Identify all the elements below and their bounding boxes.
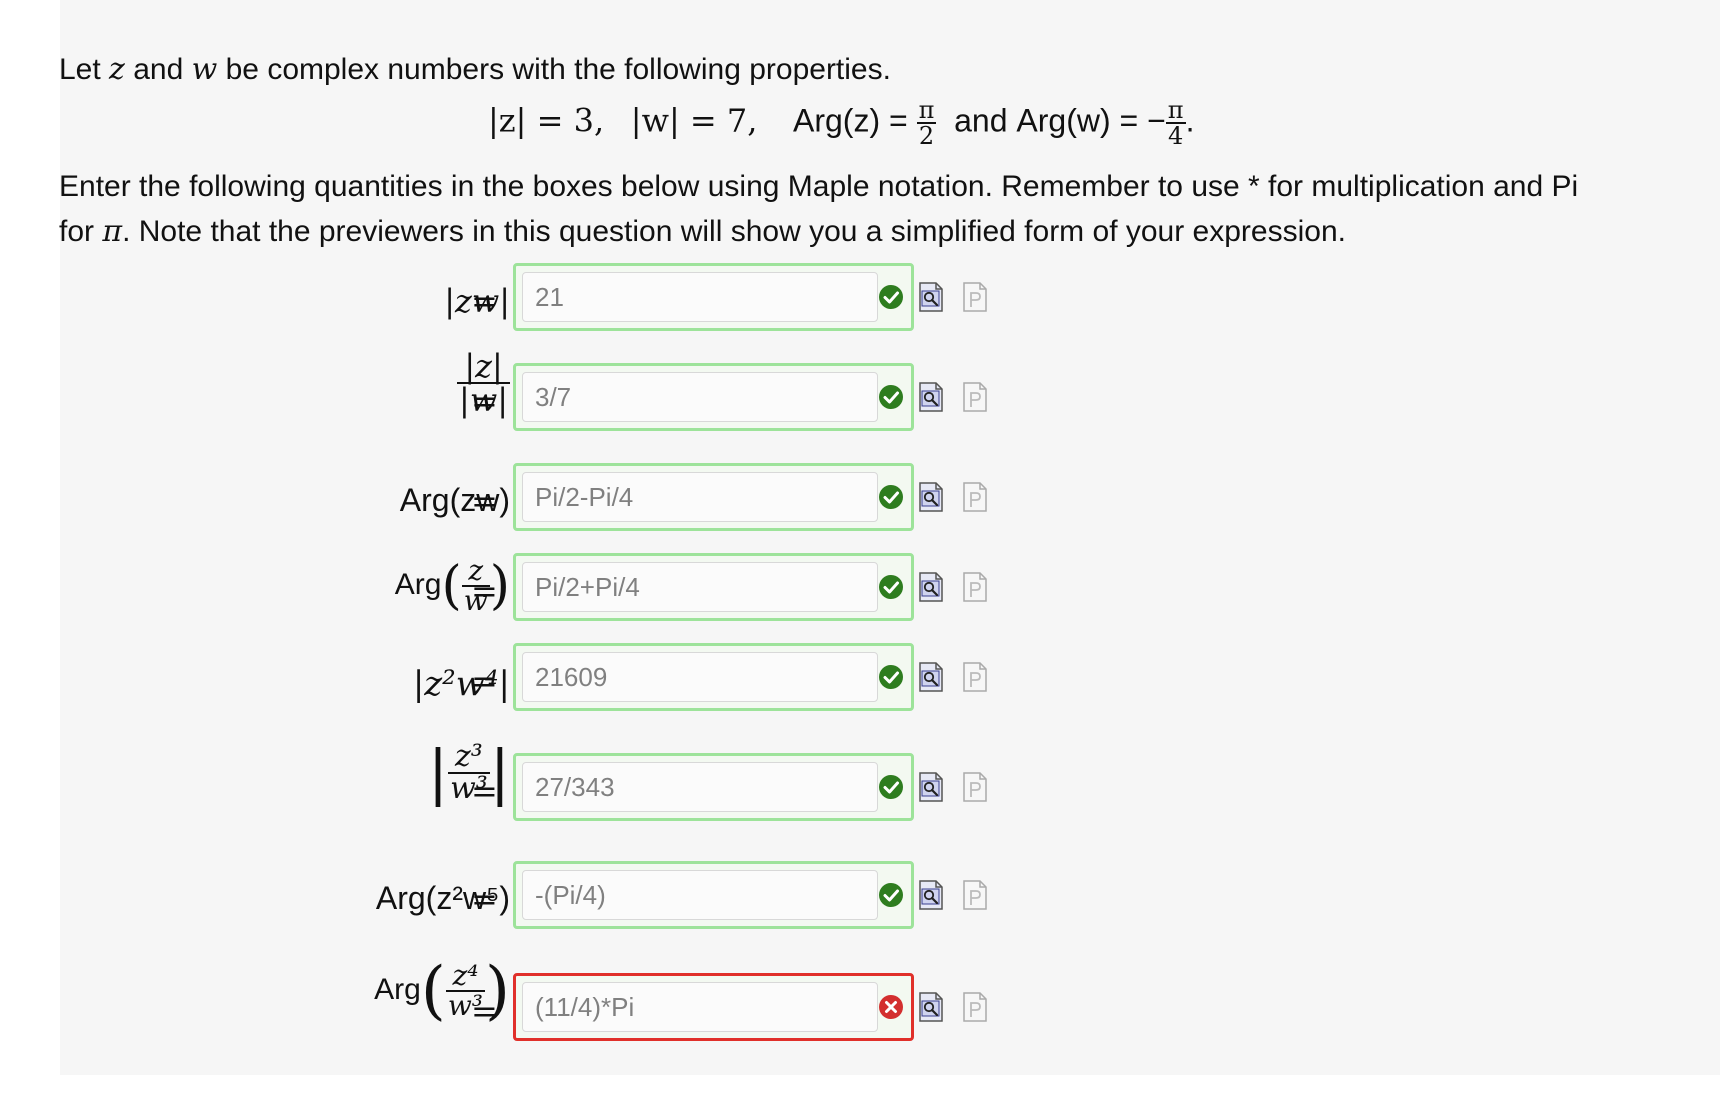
answer-input-7[interactable]: -(Pi/4) [522,870,878,920]
check-circle-icon [878,484,904,510]
four: 4 [1165,122,1186,148]
maple-syntax-icon[interactable] [962,772,988,802]
answer-box-5: 21609 [513,643,914,711]
properties-line: |z| = 3, |w| = 7, Arg(z) = π2 and Arg(w)… [488,98,1194,148]
equals-sign: = [471,482,498,520]
period: . [1185,102,1195,139]
preview-icon[interactable] [918,572,944,602]
frac-num: |z| [464,347,503,385]
answer-input-4[interactable]: Pi/2+Pi/4 [522,562,878,612]
instructions-line-2: for π. Note that the previewers in this … [59,214,1346,249]
var-w: w [191,52,218,87]
preview-icon[interactable] [918,992,944,1022]
preview-icon[interactable] [918,282,944,312]
preview-icon[interactable] [918,772,944,802]
intro-text: be complex numbers with the following pr… [217,53,891,86]
equals-sign: = [471,572,498,610]
frac-num: z⁴ [452,959,479,992]
answer-box-8: (11/4)*Pi [513,973,914,1041]
answer-input-2[interactable]: 3/7 [522,372,878,422]
prop-arg-z: Arg(z) = [792,102,908,139]
maple-syntax-icon[interactable] [962,382,988,412]
maple-syntax-icon[interactable] [962,482,988,512]
equals-sign: = [471,992,498,1030]
maple-syntax-icon[interactable] [962,282,988,312]
intro-text: Let [59,53,110,86]
pi-over-4: π4 [1165,96,1186,148]
arg-fn: Arg [394,567,442,601]
arg-fn: Arg [374,972,421,1006]
check-circle-icon [878,574,904,600]
pi: π [918,96,935,124]
check-circle-icon [878,664,904,690]
maple-syntax-icon[interactable] [962,572,988,602]
answer-input-3[interactable]: Pi/2-Pi/4 [522,472,878,522]
pi: π [102,214,123,249]
two: 2 [916,122,937,148]
answer-box-3: Pi/2-Pi/4 [513,463,914,531]
maple-syntax-icon[interactable] [962,880,988,910]
equals-sign: = [471,880,498,918]
instructions-line-1: Enter the following quantities in the bo… [59,170,1579,203]
and-word: and [954,102,1008,139]
answer-box-4: Pi/2+Pi/4 [513,553,914,621]
preview-icon[interactable] [918,482,944,512]
answer-input-6[interactable]: 27/343 [522,762,878,812]
answer-box-6: 27/343 [513,753,914,821]
equals-sign: = [471,282,498,320]
pi-over-2: π2 [916,96,937,148]
answer-box-1: 21 [513,263,914,331]
maple-syntax-icon[interactable] [962,992,988,1022]
answer-box-7: -(Pi/4) [513,861,914,929]
frac-num: z³ [455,739,483,774]
x-circle-icon [878,994,904,1020]
prop-abs-w: |w| = 7, [630,101,758,140]
equals-sign: = [471,772,498,810]
intro-text: and [124,53,192,86]
equals-sign: = [471,382,498,420]
instr-text: for [59,215,103,248]
check-circle-icon [878,882,904,908]
preview-icon[interactable] [918,662,944,692]
answer-box-2: 3/7 [513,363,914,431]
preview-icon[interactable] [918,880,944,910]
pi: π [1167,96,1184,124]
prop-arg-w: Arg(w) = − [1016,102,1166,139]
answer-input-5[interactable]: 21609 [522,652,878,702]
check-circle-icon [878,774,904,800]
equals-sign: = [471,662,498,700]
maple-syntax-icon[interactable] [962,662,988,692]
check-circle-icon [878,384,904,410]
intro-line-1: Let z and w be complex numbers with the … [59,52,891,87]
instr-text: . Note that the previewers in this quest… [122,215,1346,248]
check-circle-icon [878,284,904,310]
var-z: z [109,52,125,87]
preview-icon[interactable] [918,382,944,412]
answer-input-8[interactable]: (11/4)*Pi [522,982,878,1032]
answer-input-1[interactable]: 21 [522,272,878,322]
prop-abs-z: |z| = 3, [488,101,605,140]
